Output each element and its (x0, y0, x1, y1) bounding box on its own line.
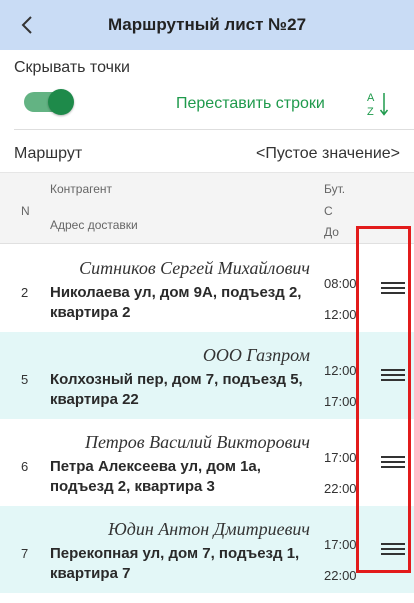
row-times: 2 08:00 12:00 (324, 245, 356, 332)
table-row[interactable]: 2 Ситников Сергей Михайлович Николаева у… (0, 245, 414, 332)
row-time-from: 08:00 (324, 276, 356, 291)
row-number: 6 (21, 459, 29, 474)
row-times: 6 17:00 22:00 (324, 419, 356, 506)
reorder-rows-button[interactable]: Переставить строки (176, 95, 325, 113)
table-row[interactable]: 6 Петров Василий Викторович Петра Алексе… (0, 419, 414, 506)
divider (14, 129, 414, 130)
route-select[interactable]: <Пустое значение> (256, 145, 400, 163)
table-row[interactable]: 5 ООО Газпром Колхозный пер, дом 7, подъ… (0, 332, 414, 419)
row-time-from: 12:00 (324, 363, 356, 378)
row-times: 10 17:00 22:00 (324, 506, 356, 593)
drag-column-highlight (356, 226, 411, 573)
header-to: До (324, 225, 339, 239)
row-address: Колхозный пер, дом 7, подъезд 5, квартир… (50, 371, 303, 408)
row-address: Николаева ул, дом 9А, подъезд 2, квартир… (50, 284, 302, 321)
table-row[interactable]: 7 Юдин Антон Дмитриевич Перекопная ул, д… (0, 506, 414, 593)
header-counterparty: Контрагент (50, 182, 113, 196)
row-times: 1 12:00 17:00 (324, 332, 356, 419)
row-client: Юдин Антон Дмитриевич (108, 519, 310, 539)
row-time-from: 17:00 (324, 537, 356, 552)
row-client: Петров Василий Викторович (85, 432, 310, 452)
sort-alpha-button[interactable]: A Z (366, 90, 390, 118)
header-address: Адрес доставки (50, 218, 138, 232)
table-header: N Контрагент Адрес доставки Бут. С До (0, 172, 414, 244)
row-number: 5 (21, 372, 29, 387)
sort-icon-letter-z: Z (367, 106, 374, 118)
row-time-to: 22:00 (324, 481, 356, 496)
hide-points-toggle[interactable] (22, 89, 78, 115)
row-address: Петра Алексеева ул, дом 1а, подъезд 2, к… (50, 458, 261, 495)
sort-alpha-icon: A Z (367, 92, 389, 118)
hide-points-label: Скрывать точки (14, 59, 130, 76)
row-client: Ситников Сергей Михайлович (79, 258, 310, 278)
row-client: ООО Газпром (202, 345, 310, 365)
header-bottles: Бут. (324, 182, 346, 196)
row-time-to: 12:00 (324, 307, 356, 322)
row-address: Перекопная ул, дом 7, подъезд 1, квартир… (50, 545, 300, 582)
row-number: 2 (21, 285, 29, 300)
toggle-knob (48, 89, 74, 115)
header-n: N (21, 204, 30, 218)
row-number: 7 (21, 546, 29, 561)
app-bar: Маршрутный лист №27 (0, 0, 414, 50)
row-time-to: 22:00 (324, 568, 356, 583)
header-from: С (324, 204, 333, 218)
sort-icon-letter-a: A (367, 92, 375, 104)
row-time-to: 17:00 (324, 394, 356, 409)
row-time-from: 17:00 (324, 450, 356, 465)
route-label: Маршрут (14, 145, 83, 162)
page-title: Маршрутный лист №27 (107, 15, 307, 34)
